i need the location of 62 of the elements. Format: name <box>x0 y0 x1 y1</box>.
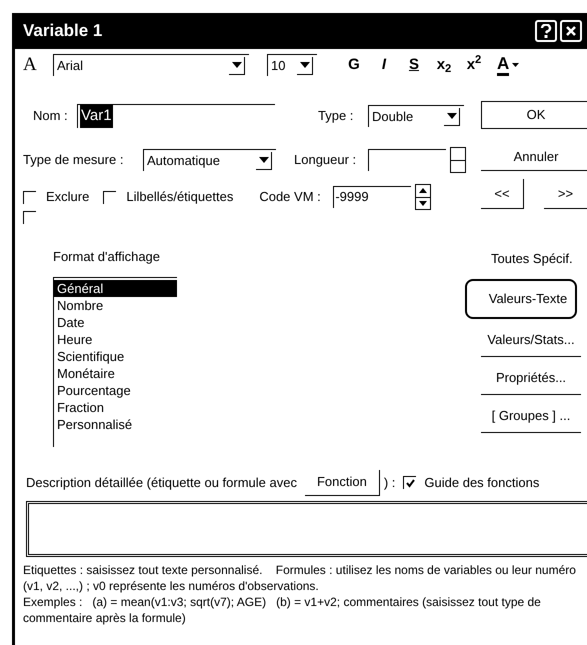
spin-buttons[interactable] <box>415 184 432 210</box>
dropdown-arrow-icon <box>300 62 310 68</box>
format-label: Format d'affichage <box>53 248 162 266</box>
spec-button[interactable]: Propriétés... <box>481 362 581 394</box>
font-color-button[interactable]: A <box>497 54 520 76</box>
measure-label: Type de mesure : <box>23 151 124 170</box>
list-item[interactable]: Scientifique <box>54 348 177 364</box>
font-dropdown[interactable]: Arial <box>53 54 249 76</box>
list-item[interactable]: Nombre <box>54 296 177 314</box>
measure-dropdown[interactable]: Automatique <box>143 149 276 171</box>
dropdown-arrow-icon <box>258 157 268 163</box>
function-button[interactable]: Fonction <box>304 470 380 496</box>
dropdown-arrow-icon <box>512 63 520 67</box>
format-button[interactable]: x$^{2}$ <box>461 54 487 76</box>
format-button[interactable]: G <box>341 54 367 76</box>
list-item[interactable]: Personnalisé <box>54 416 177 432</box>
length-field[interactable] <box>368 149 446 171</box>
help-text: Exemples : (a) = mean(v1:v3; sqrt(v7); AGE) (b) = v1+v2; commentaires (saisissez tout type de commentaire après la formule) <box>23 594 542 626</box>
format-list[interactable]: Général Nombre Date Heure Scientifique Monétaire Pourcentage Fraction Personnalisé <box>53 276 177 446</box>
checkbox-label: Guide des fonctions <box>424 474 540 492</box>
checkbox[interactable] <box>23 190 36 204</box>
checkbox-label: Lilbellés/étiquettes <box>126 188 234 206</box>
checkbox[interactable] <box>23 211 36 224</box>
description-label: Description détaillée (étiquette ou formule avec <box>26 474 297 492</box>
spec-button[interactable]: Valeurs-Texte <box>465 278 577 318</box>
spec-button[interactable]: [ Groupes ] ... <box>481 400 581 432</box>
list-item[interactable]: Général <box>54 280 177 296</box>
missing-code-field[interactable]: -9999 <box>333 186 412 208</box>
name-label: Nom : <box>32 107 69 126</box>
format-button[interactable]: I <box>371 54 397 76</box>
specs-label: Toutes Spécif. <box>491 250 574 268</box>
format-button[interactable]: S <box>401 54 427 76</box>
next-button[interactable]: >> <box>544 179 587 209</box>
font-icon: A <box>23 50 49 80</box>
spec-button[interactable]: Valeurs/Stats... <box>481 324 581 356</box>
name-field[interactable]: Var1 <box>77 104 275 128</box>
type-dropdown[interactable]: Double <box>368 105 464 127</box>
list-item[interactable]: Monétaire <box>54 364 177 382</box>
description-label-end: ) : <box>384 474 396 492</box>
cancel-button[interactable]: Annuler <box>481 143 587 171</box>
list-item[interactable]: Heure <box>54 330 177 348</box>
window-title: Variable 1 <box>23 20 104 42</box>
list-item[interactable]: Fraction <box>54 398 177 416</box>
close-icon[interactable] <box>560 20 582 42</box>
checkbox[interactable] <box>403 476 416 489</box>
spin-buttons[interactable] <box>450 147 466 173</box>
dropdown-arrow-icon <box>446 113 456 119</box>
type-label: Type : <box>318 107 354 126</box>
previous-button[interactable]: << <box>481 179 524 209</box>
checkbox-label: Exclure <box>46 188 90 206</box>
ok-button[interactable]: OK <box>481 101 587 129</box>
help-icon[interactable] <box>535 20 557 42</box>
missing-code-label: Code VM : <box>259 188 322 206</box>
checkbox[interactable] <box>103 190 116 204</box>
help-text: Etiquettes : saisissez tout texte personnalisé. Formules : utilisez les noms de variables ou leur numéro (v1, v2, ...,) ; v0 représente les numéros d'observations. <box>23 562 577 594</box>
dropdown-arrow-icon <box>232 62 242 68</box>
list-item[interactable]: Pourcentage <box>54 382 177 398</box>
list-item[interactable]: Date <box>54 314 177 330</box>
font-size-dropdown[interactable]: 10 <box>267 54 317 76</box>
description-field[interactable] <box>26 500 587 556</box>
format-button[interactable]: x$_{2}$ <box>431 54 457 76</box>
length-label: Longueur : <box>294 151 358 170</box>
